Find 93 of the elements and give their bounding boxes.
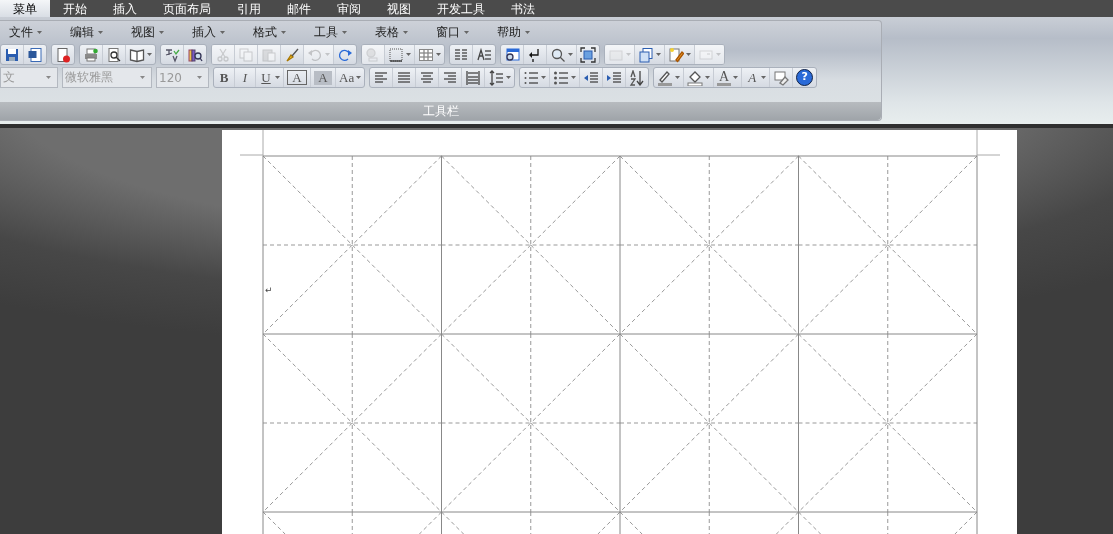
scissors-icon [215, 46, 231, 63]
translate-icon [164, 46, 180, 63]
table-icon [418, 46, 434, 63]
border-icon [388, 46, 404, 63]
ribbon-tab[interactable]: 书法 [498, 0, 548, 17]
caret-icon [686, 53, 691, 56]
ribbon-tab[interactable]: 插入 [100, 0, 150, 17]
text-direction-icon [476, 46, 492, 63]
page-magnifier-icon [106, 46, 122, 63]
columns-icon [453, 46, 469, 63]
justify-icon [396, 69, 413, 86]
caret-icon [197, 76, 202, 79]
bold-button[interactable]: B [214, 68, 235, 87]
menu-item[interactable]: 帮助 [488, 23, 538, 41]
magnifier-icon [550, 46, 566, 63]
clipboard-icon [261, 46, 277, 63]
align-right-icon [442, 69, 459, 86]
menu-item[interactable]: 表格 [366, 23, 416, 41]
ribbon-tab[interactable]: 开始 [50, 0, 100, 17]
caret-icon [275, 76, 280, 79]
caret-icon [342, 30, 347, 34]
caret-icon [46, 76, 51, 79]
menu-item[interactable]: 文件 [0, 23, 50, 41]
menu-item[interactable]: 窗口 [427, 23, 477, 41]
caret-icon [436, 53, 441, 56]
caret-icon [716, 53, 721, 56]
caret-icon [98, 30, 103, 34]
caret-icon [675, 76, 681, 79]
ribbon-tab[interactable]: 开发工具 [424, 0, 498, 17]
fullscreen-button[interactable] [577, 45, 599, 64]
caret-icon [325, 53, 330, 56]
ribbon-tab[interactable]: 菜单 [0, 0, 50, 17]
ribbon-tab[interactable]: 页面布局 [150, 0, 224, 17]
window-magnifier-icon [504, 46, 520, 63]
ribbon-tab[interactable]: 审阅 [324, 0, 374, 17]
ribbon-tab[interactable]: 邮件 [274, 0, 324, 17]
caret-icon [220, 30, 225, 34]
document-stop-icon [55, 46, 71, 63]
paint-bucket-icon [687, 69, 704, 86]
fontcolor-button[interactable]: A [714, 68, 743, 87]
line-spacing-icon [488, 69, 505, 86]
align-left-icon [373, 69, 390, 86]
caret-icon [403, 30, 408, 34]
menu-item[interactable]: 编辑 [61, 23, 111, 41]
sort-icon [629, 69, 646, 86]
italic-button[interactable]: I [235, 68, 256, 87]
printer-icon [83, 46, 99, 63]
paintbrush-icon [284, 46, 300, 63]
menu-item[interactable]: 工具 [305, 23, 355, 41]
caret-icon [761, 76, 767, 79]
distribute-icon [465, 69, 482, 86]
paragraph-mark: ↵ [265, 285, 273, 295]
highlighter-icon [657, 69, 674, 86]
panel-title: 工具栏 [422, 102, 459, 120]
caret-icon [568, 53, 573, 56]
copy-icon [238, 46, 254, 63]
caret-icon [626, 53, 631, 56]
fullscreen-icon [580, 46, 596, 63]
caret-icon [147, 53, 152, 56]
align-center-icon [419, 69, 436, 86]
ribbon-tab[interactable]: 引用 [224, 0, 274, 17]
caret-icon [140, 76, 145, 79]
caret-icon [159, 30, 164, 34]
caret-icon [733, 76, 739, 79]
caret-icon [406, 53, 411, 56]
eraser-icon [773, 69, 790, 86]
books-magnifier-icon [187, 46, 203, 63]
menu-item[interactable]: 格式 [244, 23, 294, 41]
page-pencil-icon [668, 46, 684, 63]
caret-icon [506, 76, 512, 79]
outdent-icon [583, 69, 600, 86]
effects-button[interactable]: A [742, 68, 771, 87]
caret-icon [656, 53, 661, 56]
ribbon-tab[interactable]: 视图 [374, 0, 424, 17]
caret-icon [571, 76, 577, 79]
case-button[interactable]: Aa [336, 68, 365, 87]
caret-icon [281, 30, 286, 34]
caret-icon [464, 30, 469, 34]
menu-item[interactable]: 视图 [122, 23, 172, 41]
document-icon [27, 46, 43, 63]
caret-icon [525, 30, 530, 34]
bullet-list-icon [553, 69, 570, 86]
caret-icon [37, 30, 42, 34]
caret-icon [356, 76, 362, 79]
book-icon [129, 46, 145, 63]
stacked-pages-icon [638, 46, 654, 63]
fill-button[interactable] [684, 68, 715, 87]
caret-icon [541, 76, 547, 79]
indent-icon [606, 69, 623, 86]
underline-button[interactable]: U [256, 68, 284, 87]
caret-icon [705, 76, 711, 79]
menu-item[interactable]: 插入 [183, 23, 233, 41]
numbered-list-icon [523, 69, 540, 86]
